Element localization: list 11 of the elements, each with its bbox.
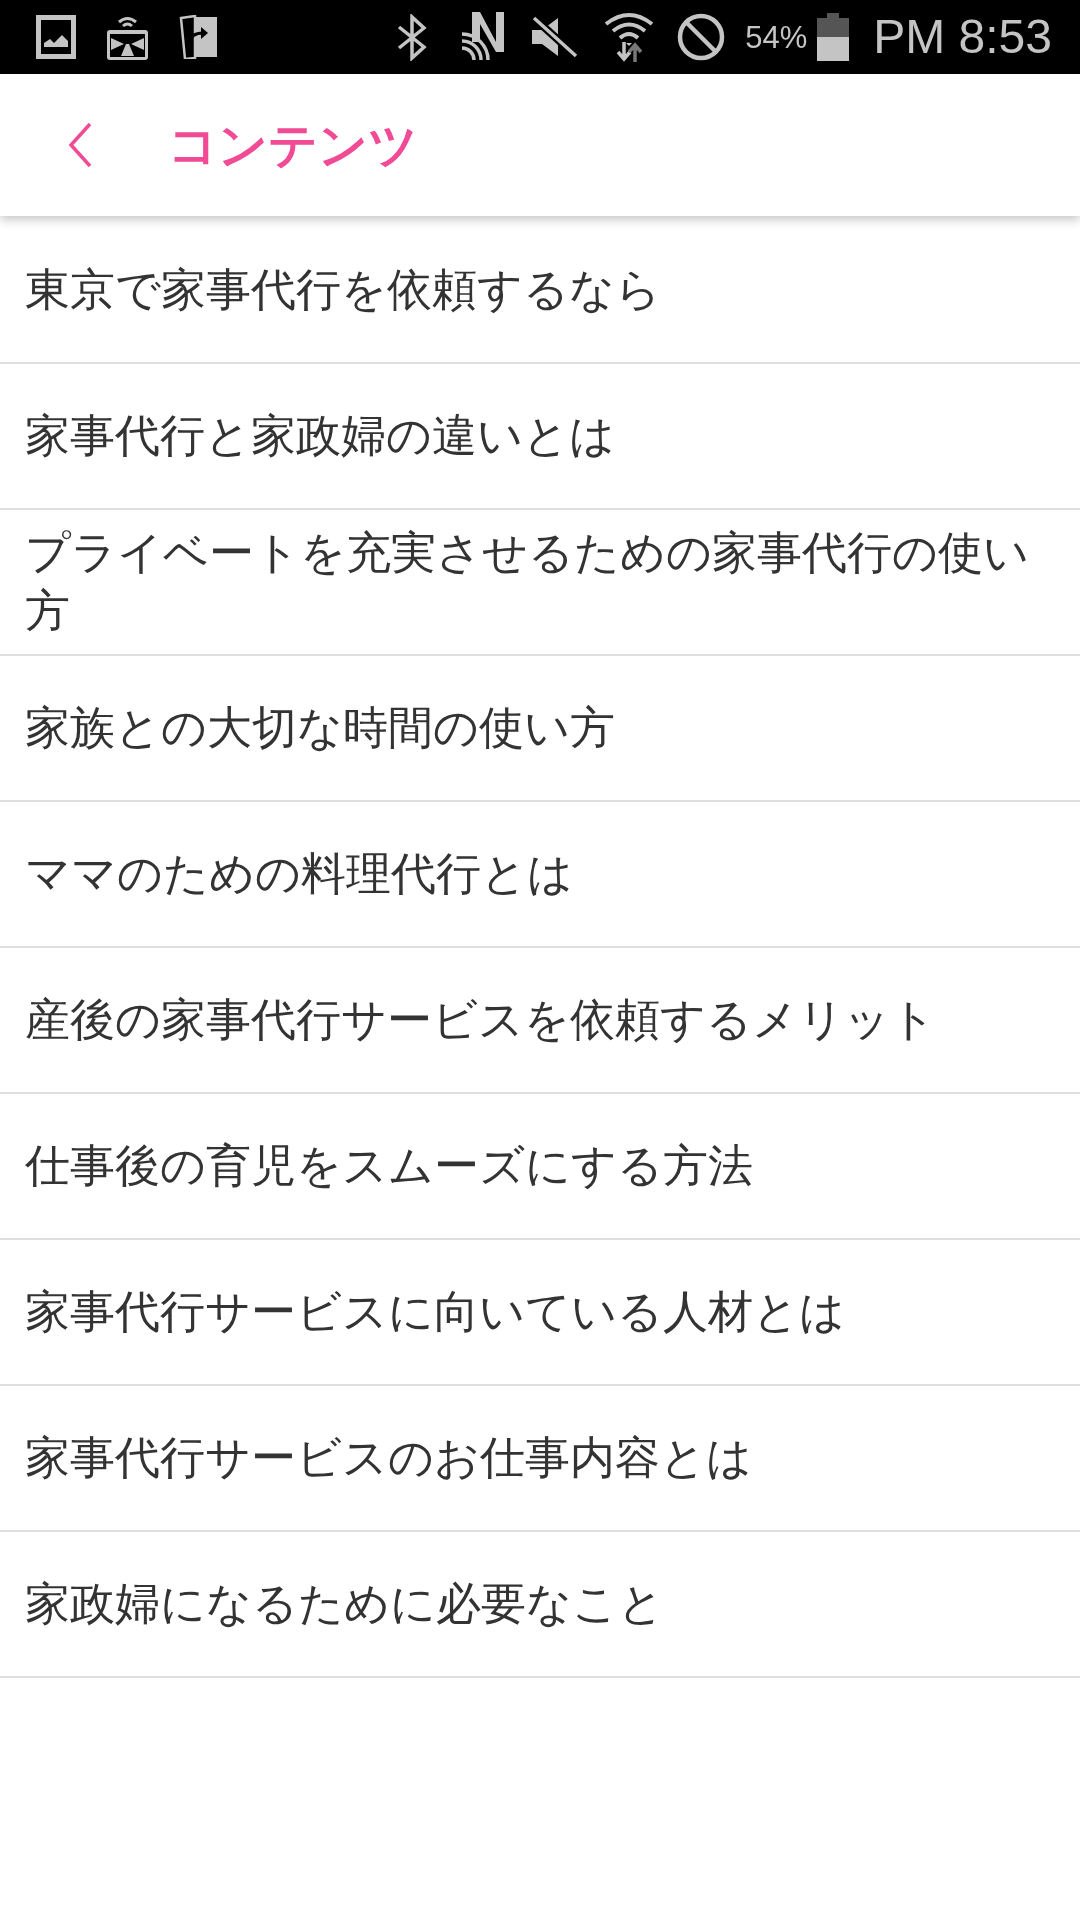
page-title: コンテンツ	[168, 120, 418, 170]
clock-time: PM 8:53	[873, 13, 1052, 61]
battery-icon	[817, 13, 850, 61]
chevron-left-icon	[68, 122, 92, 168]
blocked-icon	[677, 13, 726, 61]
image-icon	[36, 15, 76, 59]
nfc-icon	[462, 12, 506, 62]
share-arrow-icon	[179, 15, 219, 59]
wifi-icon	[604, 11, 655, 63]
battery-percentage: 54%	[745, 21, 808, 53]
mute-icon	[532, 16, 579, 58]
